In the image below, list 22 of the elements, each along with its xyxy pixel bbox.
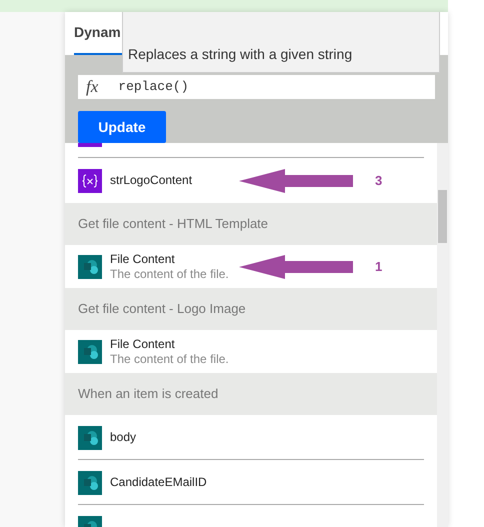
annotation-number: 3: [375, 172, 382, 190]
list-item[interactable]: File Content The content of the file. 1: [65, 245, 437, 288]
item-title: File Content: [110, 337, 176, 352]
expression-field[interactable]: fx replace(): [78, 75, 435, 99]
item-title: File Content: [110, 252, 176, 267]
annotation-number: 1: [375, 258, 382, 276]
list-item[interactable]: strLogoContent 3: [65, 158, 437, 203]
tooltip-text: Replaces a string with a given string: [128, 45, 352, 64]
item-title: body: [110, 430, 136, 445]
update-button[interactable]: Update: [78, 111, 166, 143]
fx-icon: fx: [86, 74, 98, 100]
list-item[interactable]: CandidateEMailID: [65, 460, 437, 505]
item-title: strLogoContent: [110, 173, 192, 188]
group-header: When an item is created: [65, 373, 437, 415]
item-description: The content of the file.: [110, 352, 229, 366]
item-description: The content of the file.: [110, 267, 229, 281]
list-item[interactable]: File Content The content of the file.: [65, 330, 437, 373]
expression-text: replace(): [118, 78, 188, 96]
group-header: Get file content - HTML Template: [65, 203, 437, 245]
group-header: Get file content - Logo Image: [65, 288, 437, 330]
item-title: CandidateEMailID: [110, 475, 207, 490]
list-item[interactable]: body: [65, 415, 437, 460]
